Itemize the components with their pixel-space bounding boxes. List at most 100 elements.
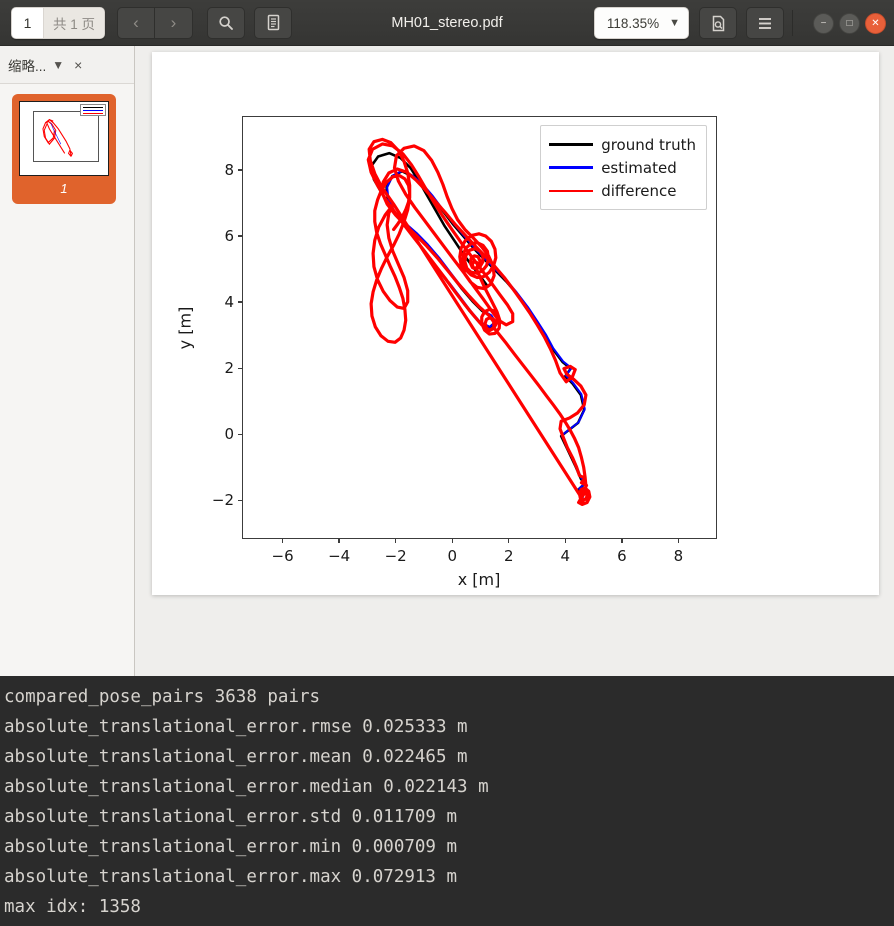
x-tick-mark — [564, 538, 566, 543]
thumbnail-item-1[interactable]: 1 — [12, 94, 116, 204]
x-tick-mark — [677, 538, 680, 543]
minimize-button[interactable]: − — [813, 12, 834, 34]
maximize-icon: □ — [846, 17, 853, 29]
page-number-control[interactable]: 1 共 1 页 — [11, 6, 106, 39]
x-tick-mark — [508, 538, 510, 543]
terminal-line: absolute_translational_error.mean 0.0224… — [4, 747, 468, 767]
sidebar-header: 缩略... ▼ × — [0, 46, 134, 84]
terminal-line: max idx: 1358 — [4, 897, 141, 917]
sidebar-title: 缩略... — [8, 58, 47, 74]
close-icon: ✕ — [871, 17, 880, 29]
terminal-line: absolute_translational_error.max 0.07291… — [4, 867, 458, 887]
zoom-level-selector[interactable]: 118.35% ▼ — [593, 7, 689, 39]
x-tick-label: 8 — [673, 547, 684, 565]
x-tick-mark — [621, 538, 623, 543]
document-view[interactable]: y [m] x [m] ground truth estimated diffe… — [135, 46, 894, 676]
page-navigation-group: ‹ › — [117, 6, 194, 39]
legend-entry-estimated: estimated — [549, 156, 696, 179]
previous-page-button[interactable]: ‹ — [117, 6, 156, 39]
terminal-panel[interactable]: compared_pose_pairs 3638 pairs absolute_t… — [0, 676, 894, 926]
thumbnail-preview — [19, 101, 109, 176]
legend-swatch-ground-truth — [549, 143, 594, 146]
main-menu-button[interactable] — [746, 7, 784, 39]
toolbar-divider — [792, 10, 793, 36]
series-estimated — [386, 169, 587, 501]
annotations-button[interactable] — [254, 6, 293, 39]
y-tick-mark — [238, 235, 243, 237]
legend-label-ground-truth: ground truth — [601, 135, 696, 154]
application-window: 1 共 1 页 ‹ › MH01_stereo.pdf 118.35% ▼ − … — [0, 0, 894, 926]
window-controls: − □ ✕ — [813, 12, 886, 34]
chevron-left-icon: ‹ — [133, 13, 139, 32]
terminal-line: compared_pose_pairs 3638 pairs — [4, 687, 321, 707]
y-tick-mark — [238, 433, 243, 435]
y-tick-label: −2 — [211, 491, 234, 510]
x-tick-label: −4 — [328, 547, 351, 565]
x-tick-label: 0 — [447, 547, 457, 565]
zoom-level-value: 118.35% — [606, 15, 660, 31]
x-tick-mark — [451, 538, 453, 543]
close-button[interactable]: ✕ — [865, 12, 886, 34]
x-tick-label: 4 — [560, 547, 571, 565]
x-tick-mark — [281, 538, 284, 543]
thumbnail-plot-frame — [33, 111, 99, 162]
legend-swatch-difference — [549, 189, 594, 192]
x-tick-label: −6 — [271, 547, 294, 565]
y-tick-mark — [238, 301, 243, 303]
y-tick-label: 4 — [224, 293, 234, 312]
y-tick-label: 2 — [224, 359, 234, 378]
terminal-prompt-line: lxy@lxy:~/catkin_ws/src/ORB_SLAM3$ — [4, 922, 894, 926]
terminal-line: absolute_translational_error.median 0.02… — [4, 777, 489, 797]
x-tick-mark — [338, 538, 340, 543]
minimize-icon: − — [820, 17, 827, 29]
titlebar: 1 共 1 页 ‹ › MH01_stereo.pdf 118.35% ▼ − … — [0, 0, 894, 46]
y-tick-mark — [238, 499, 243, 501]
next-page-button[interactable]: › — [155, 6, 194, 39]
maximize-button[interactable]: □ — [839, 12, 860, 34]
fit-page-icon — [712, 15, 724, 31]
thumbnail-legend-line-1 — [83, 107, 103, 108]
thumbnail-legend-line-3 — [83, 113, 103, 114]
search-button[interactable] — [207, 6, 246, 39]
hamburger-menu-icon — [759, 17, 771, 29]
legend-entry-ground-truth: ground truth — [549, 133, 696, 156]
terminal-line: absolute_translational_error.rmse 0.0253… — [4, 717, 468, 737]
x-tick-label: −2 — [384, 547, 407, 565]
fit-page-button[interactable] — [699, 7, 737, 39]
titlebar-right-group: 118.35% ▼ − □ ✕ — [593, 0, 886, 46]
y-axis-label: y [m] — [175, 306, 195, 350]
thumbnail-plot-trace — [42, 118, 74, 157]
y-tick-mark — [238, 367, 243, 369]
legend-label-estimated: estimated — [601, 158, 677, 177]
chevron-right-icon: › — [170, 13, 177, 32]
page-total-label: 共 1 页 — [43, 7, 105, 38]
thumbnail-list: 1 — [0, 84, 134, 204]
thumbnail-legend — [80, 104, 106, 116]
y-tick-label: 6 — [224, 226, 234, 245]
x-tick-mark — [395, 538, 397, 543]
x-tick-label: 6 — [617, 547, 627, 565]
page-number-input[interactable]: 1 — [12, 7, 43, 38]
thumbnail-legend-line-2 — [83, 110, 103, 111]
terminal-line: absolute_translational_error.std 0.01170… — [4, 807, 458, 827]
thumbnail-page-label: 1 — [60, 181, 68, 196]
sidebar-panel: 缩略... ▼ × 1 — [0, 46, 135, 676]
legend-label-difference: difference — [601, 181, 677, 200]
x-axis-label: x [m] — [457, 570, 501, 589]
y-tick-mark — [238, 169, 243, 171]
terminal-output: compared_pose_pairs 3638 pairs absolute_t… — [4, 682, 894, 922]
legend-swatch-estimated — [549, 166, 594, 169]
terminal-line: absolute_translational_error.min 0.00070… — [4, 837, 458, 857]
trajectory-plot: y [m] x [m] ground truth estimated diffe… — [152, 52, 879, 595]
x-tick-label: 2 — [503, 547, 514, 565]
legend-entry-difference: difference — [549, 179, 696, 202]
close-icon[interactable]: × — [74, 57, 82, 73]
document-icon — [267, 14, 279, 31]
y-tick-label: 0 — [224, 425, 234, 444]
plot-legend: ground truth estimated difference — [540, 125, 707, 210]
chevron-down-icon[interactable]: ▼ — [52, 58, 64, 72]
plot-axes: ground truth estimated difference −2 0 2 4 6… — [212, 116, 717, 565]
pdf-page: y [m] x [m] ground truth estimated diffe… — [152, 52, 879, 595]
search-icon — [219, 15, 233, 30]
chevron-down-icon: ▼ — [669, 17, 680, 29]
